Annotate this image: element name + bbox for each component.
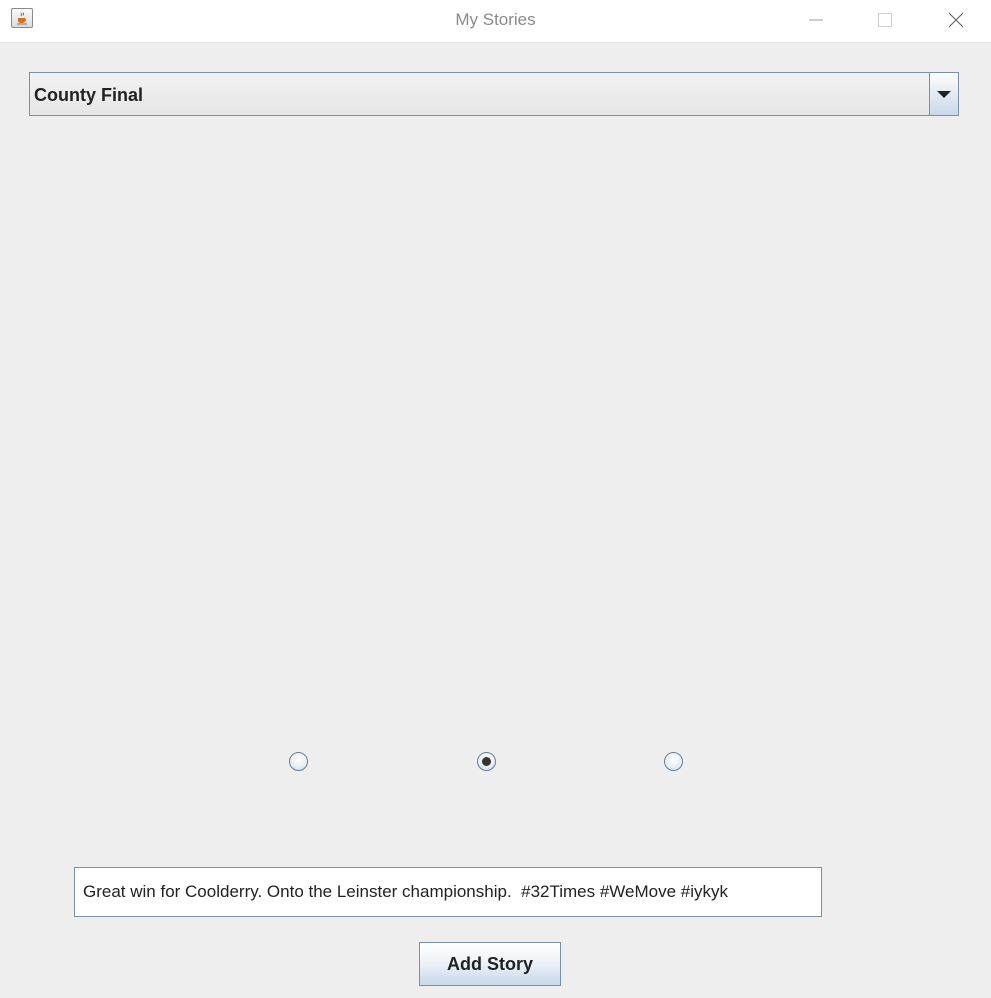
story-text-input[interactable]	[74, 867, 822, 917]
add-story-button[interactable]: Add Story	[419, 942, 561, 986]
close-icon	[948, 12, 964, 28]
title-bar[interactable]: My Stories	[0, 0, 991, 43]
chevron-down-icon	[937, 91, 951, 98]
story-selector-dropdown[interactable]: County Final	[29, 72, 959, 116]
radio-option-3[interactable]	[664, 752, 683, 771]
minimize-button[interactable]	[786, 0, 846, 40]
app-window: My Stories County Final Great win for Co…	[0, 0, 991, 998]
radio-option-2[interactable]	[477, 752, 496, 771]
maximize-button[interactable]	[855, 0, 915, 40]
maximize-icon	[878, 13, 892, 27]
story-selector-value: County Final	[34, 85, 143, 105]
dropdown-arrow-button[interactable]	[929, 73, 958, 115]
radio-option-1[interactable]	[289, 752, 308, 771]
radio-selected-dot	[482, 757, 491, 766]
minimize-icon	[809, 19, 823, 21]
close-button[interactable]	[926, 0, 986, 40]
